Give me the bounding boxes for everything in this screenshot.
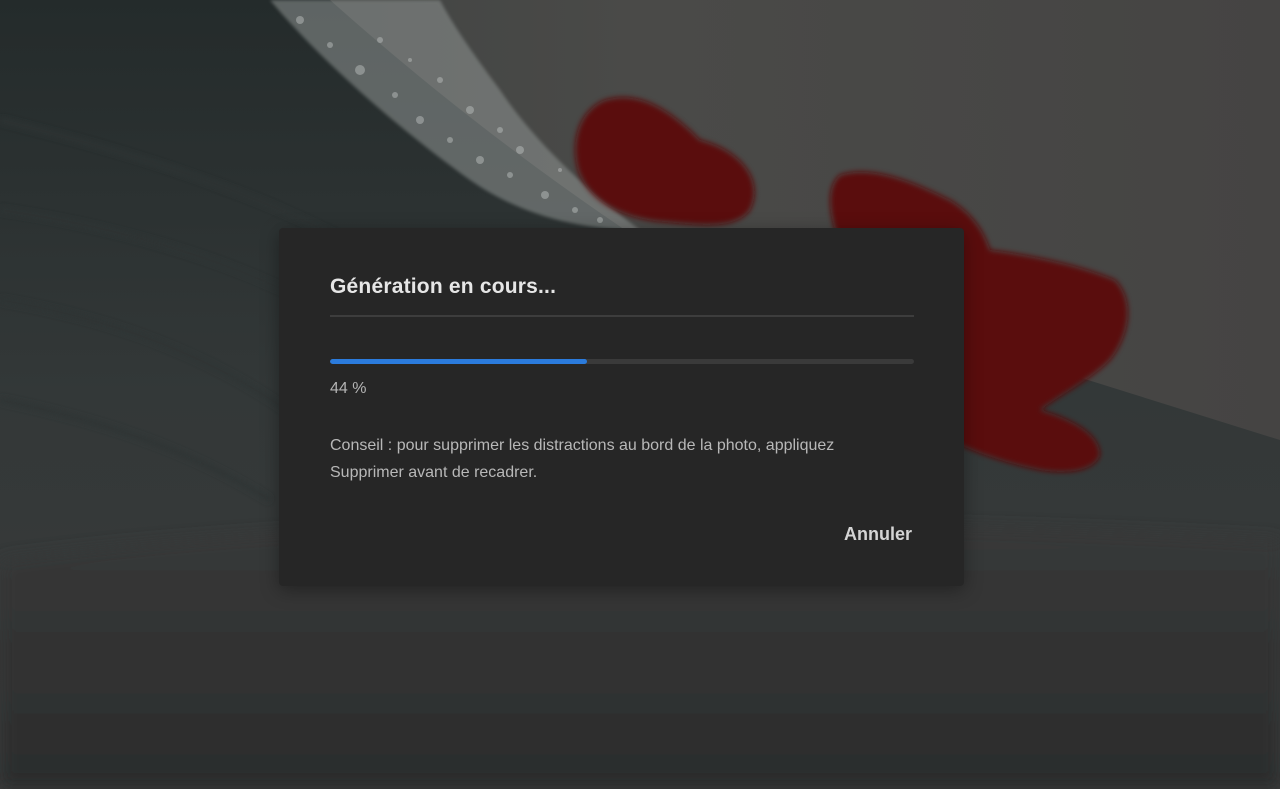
tip-text: Conseil : pour supprimer les distraction… xyxy=(330,432,890,486)
title-divider xyxy=(330,315,914,317)
generation-progress-dialog: Génération en cours... 44 % Conseil : po… xyxy=(279,228,964,586)
tip-line-1: Conseil : pour supprimer les distraction… xyxy=(330,437,835,454)
progress-percent: 44 % xyxy=(330,380,367,397)
cancel-button[interactable]: Annuler xyxy=(842,522,914,547)
dialog-title: Génération en cours... xyxy=(330,275,557,298)
tip-line-2: Supprimer avant de recadrer. xyxy=(330,464,538,481)
app-canvas: Génération en cours... 44 % Conseil : po… xyxy=(0,0,1280,789)
progress-bar-fill xyxy=(330,359,587,364)
progress-bar xyxy=(330,359,914,364)
